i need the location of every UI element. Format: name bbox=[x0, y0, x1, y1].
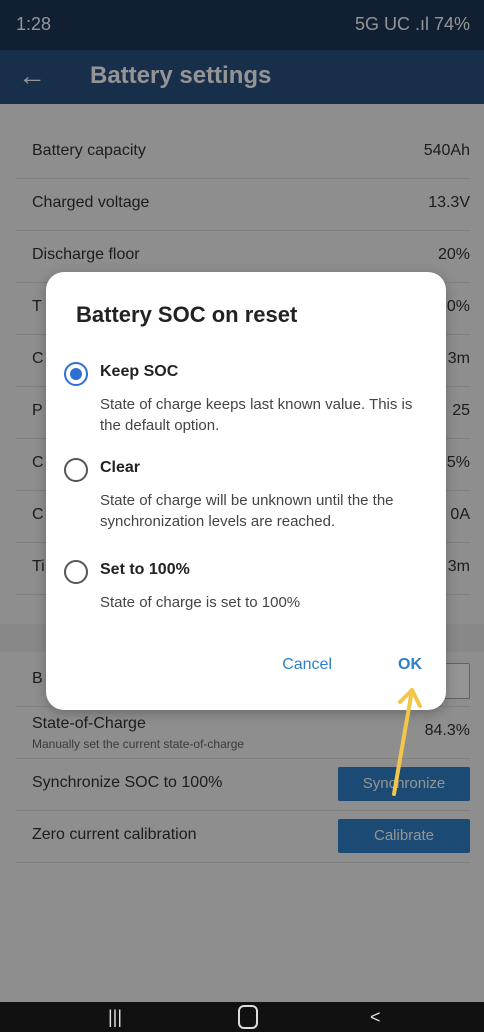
option-label: Set to 100% bbox=[100, 561, 190, 578]
home-icon[interactable] bbox=[238, 1005, 258, 1029]
battery-soc-dialog: Battery SOC on reset Keep SOC State of c… bbox=[46, 272, 446, 710]
system-nav-bar: ||| < bbox=[0, 1002, 484, 1032]
option-description: State of charge will be unknown until th… bbox=[100, 492, 394, 530]
screen: 1:28 5G UC .ıl 74% ← Battery settings Ba… bbox=[0, 0, 484, 1032]
radio-unselected-icon[interactable] bbox=[64, 560, 88, 584]
yellow-arrow-icon bbox=[392, 688, 422, 796]
radio-selected-icon[interactable] bbox=[64, 362, 88, 386]
option-label: Keep SOC bbox=[100, 363, 179, 380]
option-label: Clear bbox=[100, 459, 141, 476]
dialog-title: Battery SOC on reset bbox=[76, 302, 298, 327]
cancel-button[interactable]: Cancel bbox=[282, 656, 332, 674]
option-description: State of charge is set to 100% bbox=[100, 594, 301, 611]
back-icon[interactable]: < bbox=[370, 1007, 381, 1028]
radio-unselected-icon[interactable] bbox=[64, 458, 88, 482]
recent-apps-icon[interactable]: ||| bbox=[108, 1007, 122, 1028]
option-description: State of charge keeps last known value. … bbox=[100, 396, 413, 434]
